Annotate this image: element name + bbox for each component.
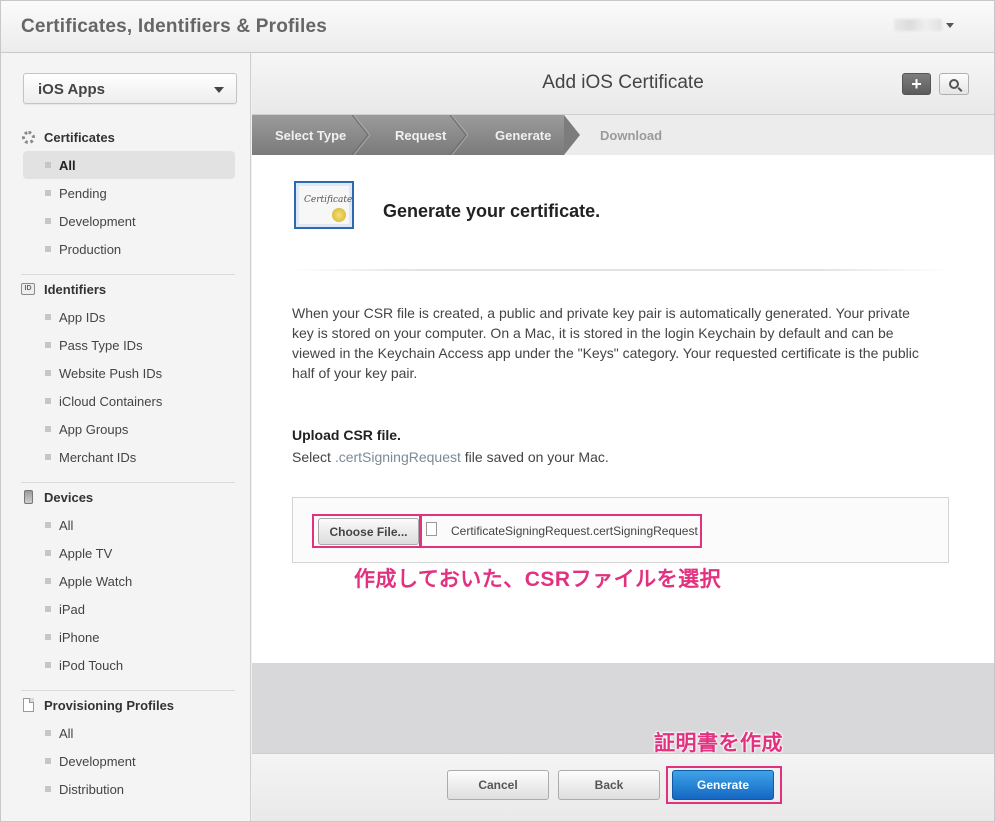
chevron-down-icon (946, 22, 954, 28)
step-request: Request (395, 127, 447, 143)
back-button[interactable]: Back (558, 770, 660, 800)
cancel-button[interactable]: Cancel (447, 770, 549, 800)
bullet-icon (45, 190, 51, 196)
nav-section-certificates: Certificates All Pending Development Pro… (1, 123, 251, 263)
platform-select[interactable]: iOS Apps (23, 73, 237, 104)
nav-section-title[interactable]: Provisioning Profiles (1, 691, 251, 719)
bullet-icon (45, 522, 51, 528)
bullet-icon (45, 426, 51, 432)
step-select-type: Select Type (275, 127, 347, 143)
content-area: Certificate Generate your certificate. W… (252, 155, 994, 663)
step-download: Download (600, 127, 663, 143)
sidebar-item-certificates-all[interactable]: All (23, 151, 235, 179)
document-icon (21, 698, 35, 712)
bullet-icon (45, 606, 51, 612)
sidebar-item-app-ids[interactable]: App IDs (23, 303, 235, 331)
bullet-icon (45, 246, 51, 252)
divider (290, 269, 950, 271)
certificate-icon: Certificate (294, 181, 354, 229)
sidebar-item-iphone[interactable]: iPhone (23, 623, 235, 651)
page-title: Add iOS Certificate (542, 72, 704, 93)
sidebar-item-profiles-distribution[interactable]: Distribution (23, 775, 235, 803)
step-chevron-icon (448, 115, 468, 155)
step-chevron-icon (564, 115, 584, 155)
bullet-icon (45, 398, 51, 404)
sidebar-item-certificates-pending[interactable]: Pending (23, 179, 235, 207)
nav-section-identifiers: ID Identifiers App IDs Pass Type IDs Web… (1, 275, 251, 471)
annotation-highlight-box (312, 514, 421, 548)
sidebar-item-ipad[interactable]: iPad (23, 595, 235, 623)
user-menu[interactable] (894, 18, 954, 32)
selected-file-name: CertificateSigningRequest.certSigningReq… (451, 524, 698, 538)
annotation-highlight-box (666, 766, 782, 804)
plus-icon: + (911, 73, 922, 94)
user-name-blurred (894, 19, 942, 31)
app-window: Certificates, Identifiers & Profiles iOS… (0, 0, 995, 822)
bullet-icon (45, 454, 51, 460)
file-upload-box: Choose File... CertificateSigningRequest… (292, 497, 949, 563)
bullet-icon (45, 662, 51, 668)
step-chevron-icon (350, 115, 370, 155)
sidebar-item-apple-watch[interactable]: Apple Watch (23, 567, 235, 595)
sidebar: iOS Apps Certificates All Pending Develo… (1, 53, 251, 821)
id-badge-icon: ID (21, 282, 35, 296)
bullet-icon (45, 786, 51, 792)
chevron-down-icon (214, 87, 224, 93)
footer-bar: Cancel Back Generate (252, 753, 994, 821)
sidebar-item-pass-type-ids[interactable]: Pass Type IDs (23, 331, 235, 359)
upload-title: Upload CSR file. (292, 427, 401, 443)
top-bar: Certificates, Identifiers & Profiles (1, 1, 994, 53)
bullet-icon (45, 162, 51, 168)
section-heading: Generate your certificate. (383, 201, 601, 221)
add-button[interactable]: + (902, 73, 931, 95)
sidebar-item-ipod-touch[interactable]: iPod Touch (23, 651, 235, 679)
sidebar-item-devices-all[interactable]: All (23, 511, 235, 539)
description-text: When your CSR file is created, a public … (292, 305, 919, 381)
bullet-icon (45, 578, 51, 584)
step-indicator: Select Type Request Generate Download (252, 115, 994, 155)
search-button[interactable] (939, 73, 969, 95)
certificate-gear-icon (21, 130, 35, 144)
sidebar-item-website-push-ids[interactable]: Website Push IDs (23, 359, 235, 387)
bullet-icon (45, 550, 51, 556)
main-panel: Add iOS Certificate + Select Type Reques… (252, 53, 994, 821)
bullet-icon (45, 370, 51, 376)
step-generate: Generate (495, 127, 552, 143)
sidebar-item-certificates-production[interactable]: Production (23, 235, 235, 263)
annotation-select-csr: 作成しておいた、CSRファイルを選択 (354, 568, 722, 591)
bullet-icon (45, 314, 51, 320)
bullet-icon (45, 342, 51, 348)
seal-icon (332, 208, 346, 222)
platform-select-label: iOS Apps (38, 81, 105, 98)
nav-section-title[interactable]: Certificates (1, 123, 251, 151)
sidebar-item-profiles-development[interactable]: Development (23, 747, 235, 775)
bullet-icon (45, 218, 51, 224)
app-title: Certificates, Identifiers & Profiles (21, 16, 328, 37)
bullet-icon (45, 730, 51, 736)
sidebar-item-profiles-all[interactable]: All (23, 719, 235, 747)
sidebar-item-certificates-development[interactable]: Development (23, 207, 235, 235)
nav-section-provisioning-profiles: Provisioning Profiles All Development Di… (1, 691, 251, 803)
main-header: Add iOS Certificate + (252, 53, 994, 115)
nav-section-devices: Devices All Apple TV Apple Watch iPad iP… (1, 483, 251, 679)
sidebar-item-merchant-ids[interactable]: Merchant IDs (23, 443, 235, 471)
bullet-icon (45, 758, 51, 764)
file-icon (426, 522, 437, 536)
device-icon (21, 490, 35, 504)
sidebar-item-apple-tv[interactable]: Apple TV (23, 539, 235, 567)
nav-section-title[interactable]: ID Identifiers (1, 275, 251, 303)
upload-instructions: Select .certSigningRequest file saved on… (292, 449, 609, 465)
nav-section-title[interactable]: Devices (1, 483, 251, 511)
sidebar-item-icloud-containers[interactable]: iCloud Containers (23, 387, 235, 415)
search-icon (949, 79, 959, 89)
sidebar-item-app-groups[interactable]: App Groups (23, 415, 235, 443)
bullet-icon (45, 634, 51, 640)
